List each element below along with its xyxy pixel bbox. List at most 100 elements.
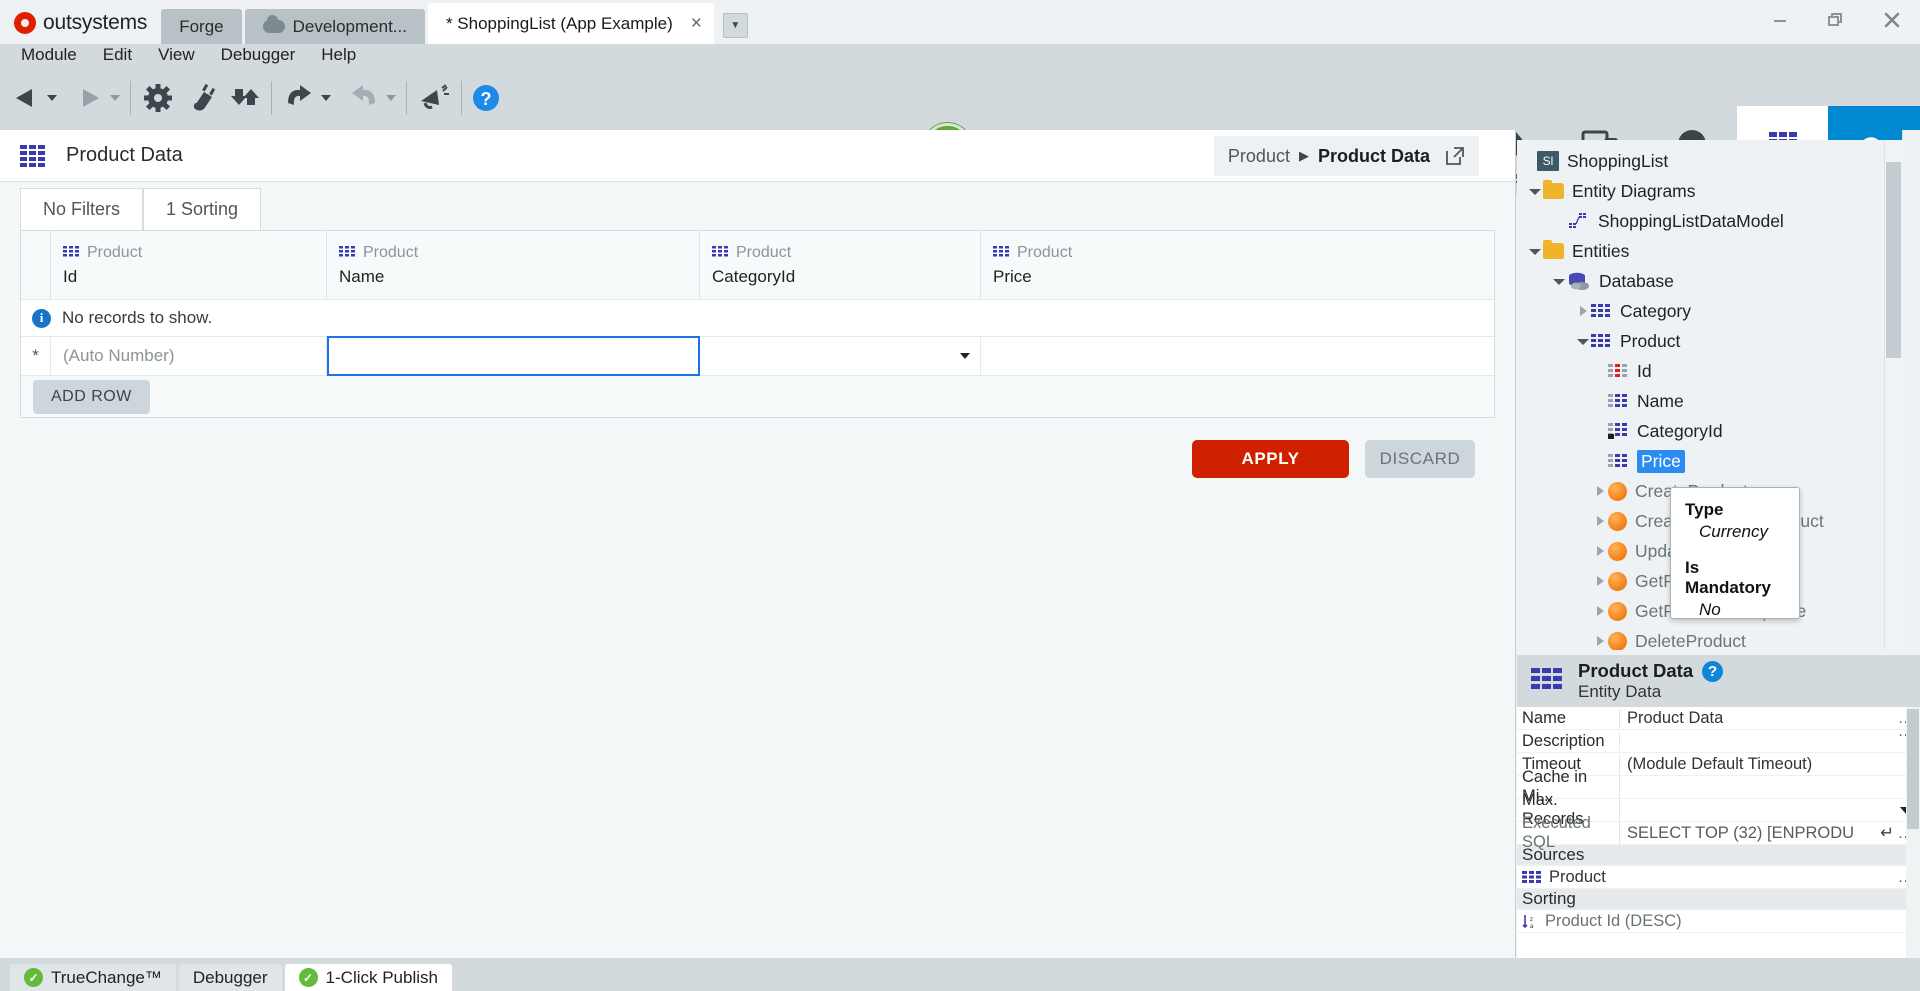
source-row-product[interactable]: Product ... xyxy=(1517,866,1920,889)
restore-button[interactable] xyxy=(1808,0,1864,40)
redo-icon[interactable] xyxy=(347,83,381,113)
tree-node-database[interactable]: Database xyxy=(1517,266,1902,296)
toolbar: ? 1 Processes Interface xyxy=(0,66,1920,196)
column-header-id[interactable]: Product Id xyxy=(51,231,327,299)
tree-expander-down-icon[interactable] xyxy=(1575,338,1591,345)
undo-dropdown-icon[interactable] xyxy=(321,95,331,101)
discard-button[interactable]: DISCARD xyxy=(1365,440,1475,478)
properties-panel: Product Data ? Entity Data Name Product … xyxy=(1517,655,1920,958)
publish-icon[interactable] xyxy=(229,83,261,113)
tree-expander-right-icon[interactable] xyxy=(1592,546,1608,556)
tree-expander-right-icon[interactable] xyxy=(1592,576,1608,586)
tree-label-category: Category xyxy=(1620,300,1692,321)
status-tab-debugger-label: Debugger xyxy=(192,967,268,987)
help-icon[interactable]: ? xyxy=(472,84,500,112)
menu-debugger[interactable]: Debugger xyxy=(208,43,309,67)
cell-id[interactable]: (Auto Number) xyxy=(51,337,327,375)
tree-expander-down-icon[interactable] xyxy=(1551,278,1567,285)
chevron-down-icon[interactable] xyxy=(960,353,970,359)
sorting-product-id[interactable]: z a Product Id (DESC) xyxy=(1517,912,1920,931)
megaphone-icon[interactable] xyxy=(417,83,451,113)
tooltip-type-key: Type xyxy=(1685,500,1724,519)
tab-close-icon[interactable]: × xyxy=(691,14,702,33)
property-value-executed-sql[interactable]: SELECT TOP (32) [ENPRODU ↵ ... xyxy=(1620,824,1920,843)
column-entity-name: Product xyxy=(339,244,687,262)
tab-development-environment[interactable]: Development... xyxy=(244,9,425,44)
menu-edit[interactable]: Edit xyxy=(90,43,145,67)
attribute-key-icon xyxy=(1608,363,1629,379)
menu-view[interactable]: View xyxy=(145,43,208,67)
cell-price[interactable] xyxy=(981,337,1261,375)
column-header-name[interactable]: Product Name xyxy=(327,231,700,299)
status-tab-truechange[interactable]: ✓ TrueChange™ xyxy=(10,964,176,991)
properties-scrollbar-thumb[interactable] xyxy=(1907,709,1919,829)
tree-node-shoppinglist[interactable]: Sl ShoppingList xyxy=(1517,146,1902,176)
tree-scrollbar-thumb[interactable] xyxy=(1886,162,1901,358)
redo-dropdown-icon[interactable] xyxy=(386,95,396,101)
tree-node-product[interactable]: Product xyxy=(1517,326,1902,356)
tree-node-action-deleteproduct[interactable]: DeleteProduct xyxy=(1517,626,1902,650)
tree-node-shoppinglistdatamodel[interactable]: ShoppingListDataModel xyxy=(1517,206,1902,236)
tab-sorting[interactable]: 1 Sorting xyxy=(143,188,262,230)
help-icon[interactable]: ? xyxy=(1702,660,1724,682)
tree-node-entities[interactable]: Entities xyxy=(1517,236,1902,266)
tree-expander-down-icon[interactable] xyxy=(1527,248,1543,255)
tree-node-attribute-id[interactable]: Id xyxy=(1517,356,1902,386)
forward-dropdown-icon[interactable] xyxy=(110,95,120,101)
database-icon xyxy=(1567,272,1591,291)
tab-list-dropdown-icon[interactable]: ▼ xyxy=(722,13,748,38)
property-value-timeout[interactable]: (Module Default Timeout) xyxy=(1620,755,1920,774)
menu-bar: Module Edit View Debugger Help xyxy=(0,44,1920,66)
tab-shoppinglist-module[interactable]: * ShoppingList (App Example) × xyxy=(427,3,714,44)
tree-expander-right-icon[interactable] xyxy=(1575,306,1591,316)
properties-scrollbar[interactable] xyxy=(1906,707,1920,958)
forward-arrow-icon[interactable] xyxy=(73,84,105,112)
tree-expander-right-icon[interactable] xyxy=(1592,486,1608,496)
tree-node-attribute-price[interactable]: Price xyxy=(1517,446,1902,476)
tab-forge[interactable]: Forge xyxy=(161,9,242,44)
entity-data-editor: Product Data Product ▶ Product Data No F… xyxy=(0,130,1516,958)
apply-button[interactable]: APPLY xyxy=(1192,440,1349,478)
plug-icon[interactable] xyxy=(187,83,219,113)
open-external-icon[interactable] xyxy=(1445,146,1465,166)
tree-label-price: Price xyxy=(1637,449,1685,473)
status-tab-one-click-publish[interactable]: ✓ 1-Click Publish xyxy=(284,964,452,991)
tree-expander-right-icon[interactable] xyxy=(1592,606,1608,616)
gear-icon[interactable] xyxy=(141,82,175,114)
tree-node-entity-diagrams[interactable]: Entity Diagrams xyxy=(1517,176,1902,206)
sorting-row-product-id[interactable]: z a Product Id (DESC) xyxy=(1517,910,1920,933)
attribute-icon xyxy=(1608,393,1629,409)
tree-node-attribute-categoryid[interactable]: CategoryId xyxy=(1517,416,1902,446)
tree-expander-right-icon[interactable] xyxy=(1592,636,1608,646)
close-button[interactable] xyxy=(1864,0,1920,40)
undo-icon[interactable] xyxy=(282,83,316,113)
property-row-description[interactable]: Description ... xyxy=(1517,723,1920,753)
menu-help[interactable]: Help xyxy=(308,43,369,67)
property-row-name[interactable]: Name Product Data ... xyxy=(1517,707,1920,730)
column-header-price[interactable]: Product Price xyxy=(981,231,1261,299)
tooltip-mandatory-key: Is Mandatory xyxy=(1685,558,1771,597)
tree-label-categoryid: CategoryId xyxy=(1637,420,1723,441)
tab-no-filters[interactable]: No Filters xyxy=(20,188,144,230)
source-product[interactable]: Product ... xyxy=(1517,868,1920,887)
menu-module[interactable]: Module xyxy=(8,43,90,67)
tree-label-shoppinglistdatamodel: ShoppingListDataModel xyxy=(1598,210,1784,231)
status-tab-debugger[interactable]: Debugger xyxy=(178,964,282,991)
tree-node-category[interactable]: Category xyxy=(1517,296,1902,326)
property-row-executed-sql[interactable]: Executed SQL SELECT TOP (32) [ENPRODU ↵ … xyxy=(1517,814,1920,852)
back-dropdown-icon[interactable] xyxy=(47,95,57,101)
back-arrow-icon[interactable] xyxy=(10,84,42,112)
tree-expander-down-icon[interactable] xyxy=(1527,188,1543,195)
property-value-name[interactable]: Product Data ... xyxy=(1620,709,1920,728)
entity-icon xyxy=(712,245,728,256)
tree-expander-right-icon[interactable] xyxy=(1592,516,1608,526)
tree-node-attribute-name[interactable]: Name xyxy=(1517,386,1902,416)
add-row-button[interactable]: ADD ROW xyxy=(33,379,150,414)
tree-scrollbar[interactable] xyxy=(1884,140,1902,650)
column-header-categoryid[interactable]: Product CategoryId xyxy=(700,231,981,299)
breadcrumb-parent[interactable]: Product xyxy=(1228,146,1290,167)
minimize-button[interactable] xyxy=(1752,0,1808,40)
enter-arrow-icon[interactable]: ↵ xyxy=(1880,823,1894,843)
cell-categoryid[interactable] xyxy=(700,337,981,375)
cell-name[interactable] xyxy=(327,336,700,376)
